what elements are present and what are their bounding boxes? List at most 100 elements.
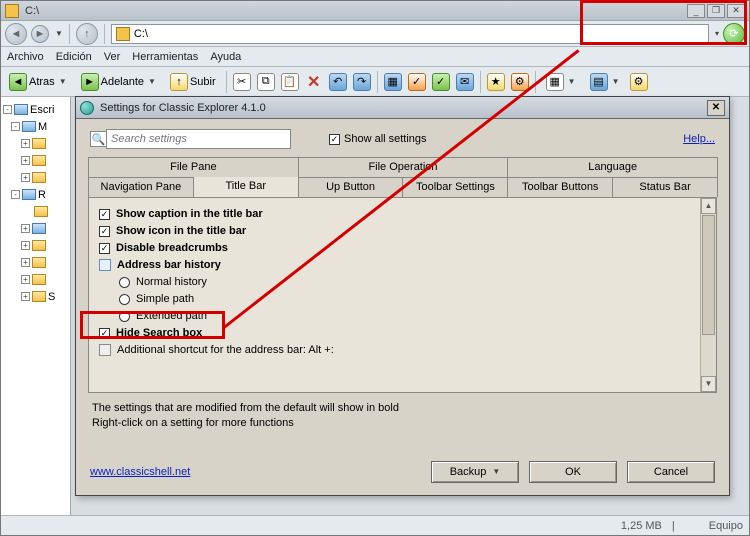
tree-label: S: [48, 291, 55, 303]
view-dropdown[interactable]: ▦▼: [542, 70, 580, 94]
refresh-button[interactable]: ⟳: [723, 23, 745, 45]
paste-icon[interactable]: 📋: [281, 73, 299, 91]
tab-file-pane[interactable]: File Pane: [88, 157, 299, 177]
opt-history-extended[interactable]: Extended path: [119, 308, 706, 324]
folder-icon: [22, 189, 36, 200]
forward-button[interactable]: ►Adelante▼: [77, 70, 160, 94]
tree-toggle-icon[interactable]: +: [21, 241, 30, 250]
copy-icon[interactable]: ⧉: [257, 73, 275, 91]
panel-scrollbar[interactable]: ▲ ▼: [700, 198, 716, 392]
tree-root-label: Escri: [30, 104, 54, 116]
close-button[interactable]: ✕: [727, 4, 745, 18]
tab-title-bar[interactable]: Title Bar: [193, 177, 299, 197]
tree-toggle-icon[interactable]: +: [21, 139, 30, 148]
classic-shell-icon: [80, 101, 94, 115]
maximize-button[interactable]: ❐: [707, 4, 725, 18]
tab-navigation-pane[interactable]: Navigation Pane: [88, 177, 194, 197]
menu-herramientas[interactable]: Herramientas: [132, 51, 198, 63]
cut-icon[interactable]: ✂: [233, 73, 251, 91]
tree-row[interactable]: [3, 203, 68, 220]
tab-toolbar-buttons[interactable]: Toolbar Buttons: [507, 177, 613, 197]
menu-edicion[interactable]: Edición: [56, 51, 92, 63]
nav-up-button[interactable]: ↑: [76, 23, 98, 45]
dialog-close-button[interactable]: ✕: [707, 100, 725, 116]
redo-icon[interactable]: ↷: [353, 73, 371, 91]
tree-row[interactable]: +: [3, 271, 68, 288]
tree-row[interactable]: +: [3, 135, 68, 152]
tree-toggle-icon[interactable]: +: [21, 258, 30, 267]
tree-row[interactable]: -R: [3, 186, 68, 203]
scroll-down-icon[interactable]: ▼: [701, 376, 716, 392]
tree-toggle-icon[interactable]: +: [21, 292, 30, 301]
tree-row[interactable]: -M: [3, 118, 68, 135]
tree-toggle-icon[interactable]: -: [11, 122, 20, 131]
opt-show-caption[interactable]: ✓Show caption in the title bar: [99, 206, 706, 222]
view-icon: ▦: [546, 73, 564, 91]
views-dropdown[interactable]: ▤▼: [586, 70, 624, 94]
folder-icon: [32, 240, 46, 251]
menu-ver[interactable]: Ver: [104, 51, 121, 63]
tree-row[interactable]: +S: [3, 288, 68, 305]
tree-label: M: [38, 121, 47, 133]
tree-toggle-icon[interactable]: +: [21, 275, 30, 284]
tab-status-bar[interactable]: Status Bar: [612, 177, 718, 197]
opt-disable-breadcrumbs[interactable]: ✓Disable breadcrumbs: [99, 240, 706, 256]
opt-additional-shortcut[interactable]: Additional shortcut for the address bar:…: [99, 342, 706, 358]
folder-icon: [32, 223, 46, 234]
menu-archivo[interactable]: Archivo: [7, 51, 44, 63]
search-input[interactable]: [106, 129, 291, 149]
select-all-icon[interactable]: ▦: [384, 73, 402, 91]
props-icon[interactable]: ✓: [432, 73, 450, 91]
new-folder-icon[interactable]: ★: [487, 73, 505, 91]
back-button[interactable]: ◄Atras▼: [5, 70, 71, 94]
cancel-button[interactable]: Cancel: [627, 461, 715, 483]
opt-history-simple[interactable]: Simple path: [119, 291, 706, 307]
history-icon: [99, 259, 111, 271]
tabs: File Pane File Operation Language Naviga…: [88, 157, 717, 197]
tree-row[interactable]: +: [3, 254, 68, 271]
opt-hide-search-box[interactable]: ✓Hide Search box: [99, 325, 706, 341]
scroll-thumb[interactable]: [702, 215, 715, 335]
tab-file-operation[interactable]: File Operation: [298, 157, 509, 177]
show-all-settings-checkbox[interactable]: ✓ Show all settings: [329, 133, 427, 145]
tree-toggle-icon[interactable]: +: [21, 156, 30, 165]
settings-icon[interactable]: ⚙: [511, 73, 529, 91]
computer-icon: [685, 520, 699, 531]
tree-row[interactable]: +: [3, 152, 68, 169]
tree-toggle-icon[interactable]: +: [21, 173, 30, 182]
opt-history-normal[interactable]: Normal history: [119, 274, 706, 290]
help-link[interactable]: Help...: [683, 133, 715, 145]
tab-toolbar-settings[interactable]: Toolbar Settings: [402, 177, 508, 197]
email-icon[interactable]: ✉: [456, 73, 474, 91]
delete-icon[interactable]: ✕: [305, 73, 323, 91]
up-button[interactable]: ↑Subir: [166, 70, 220, 94]
scroll-up-icon[interactable]: ▲: [701, 198, 716, 214]
menu-ayuda[interactable]: Ayuda: [210, 51, 241, 63]
folder-tree[interactable]: -Escri -M+++-R+++++S: [1, 97, 71, 535]
folder-icon: [32, 274, 46, 285]
nav-history-caret-icon[interactable]: ▼: [55, 29, 63, 38]
undo-icon[interactable]: ↶: [329, 73, 347, 91]
address-caret-icon[interactable]: ▾: [715, 29, 719, 38]
favorites-icon[interactable]: ⚙: [630, 73, 648, 91]
tab-up-button[interactable]: Up Button: [298, 177, 404, 197]
backup-button[interactable]: Backup▼: [431, 461, 519, 483]
drive-icon: [116, 27, 130, 41]
ok-button[interactable]: OK: [529, 461, 617, 483]
tab-language[interactable]: Language: [507, 157, 718, 177]
tree-collapse-icon[interactable]: -: [3, 105, 12, 114]
tree-toggle-icon[interactable]: -: [11, 190, 20, 199]
tree-row[interactable]: +: [3, 237, 68, 254]
nav-forward-button[interactable]: ►: [31, 25, 49, 43]
classicshell-link[interactable]: www.classicshell.net: [90, 466, 190, 478]
checkbox-icon: ✓: [329, 134, 340, 145]
tree-row[interactable]: +: [3, 220, 68, 237]
minimize-button[interactable]: _: [687, 4, 705, 18]
tree-row[interactable]: +: [3, 169, 68, 186]
opt-address-bar-history[interactable]: Address bar history: [99, 257, 706, 273]
tree-toggle-icon[interactable]: +: [21, 224, 30, 233]
nav-back-button[interactable]: ◄: [5, 23, 27, 45]
invert-icon[interactable]: ✓: [408, 73, 426, 91]
opt-show-icon[interactable]: ✓Show icon in the title bar: [99, 223, 706, 239]
address-bar[interactable]: C:\: [111, 24, 709, 44]
